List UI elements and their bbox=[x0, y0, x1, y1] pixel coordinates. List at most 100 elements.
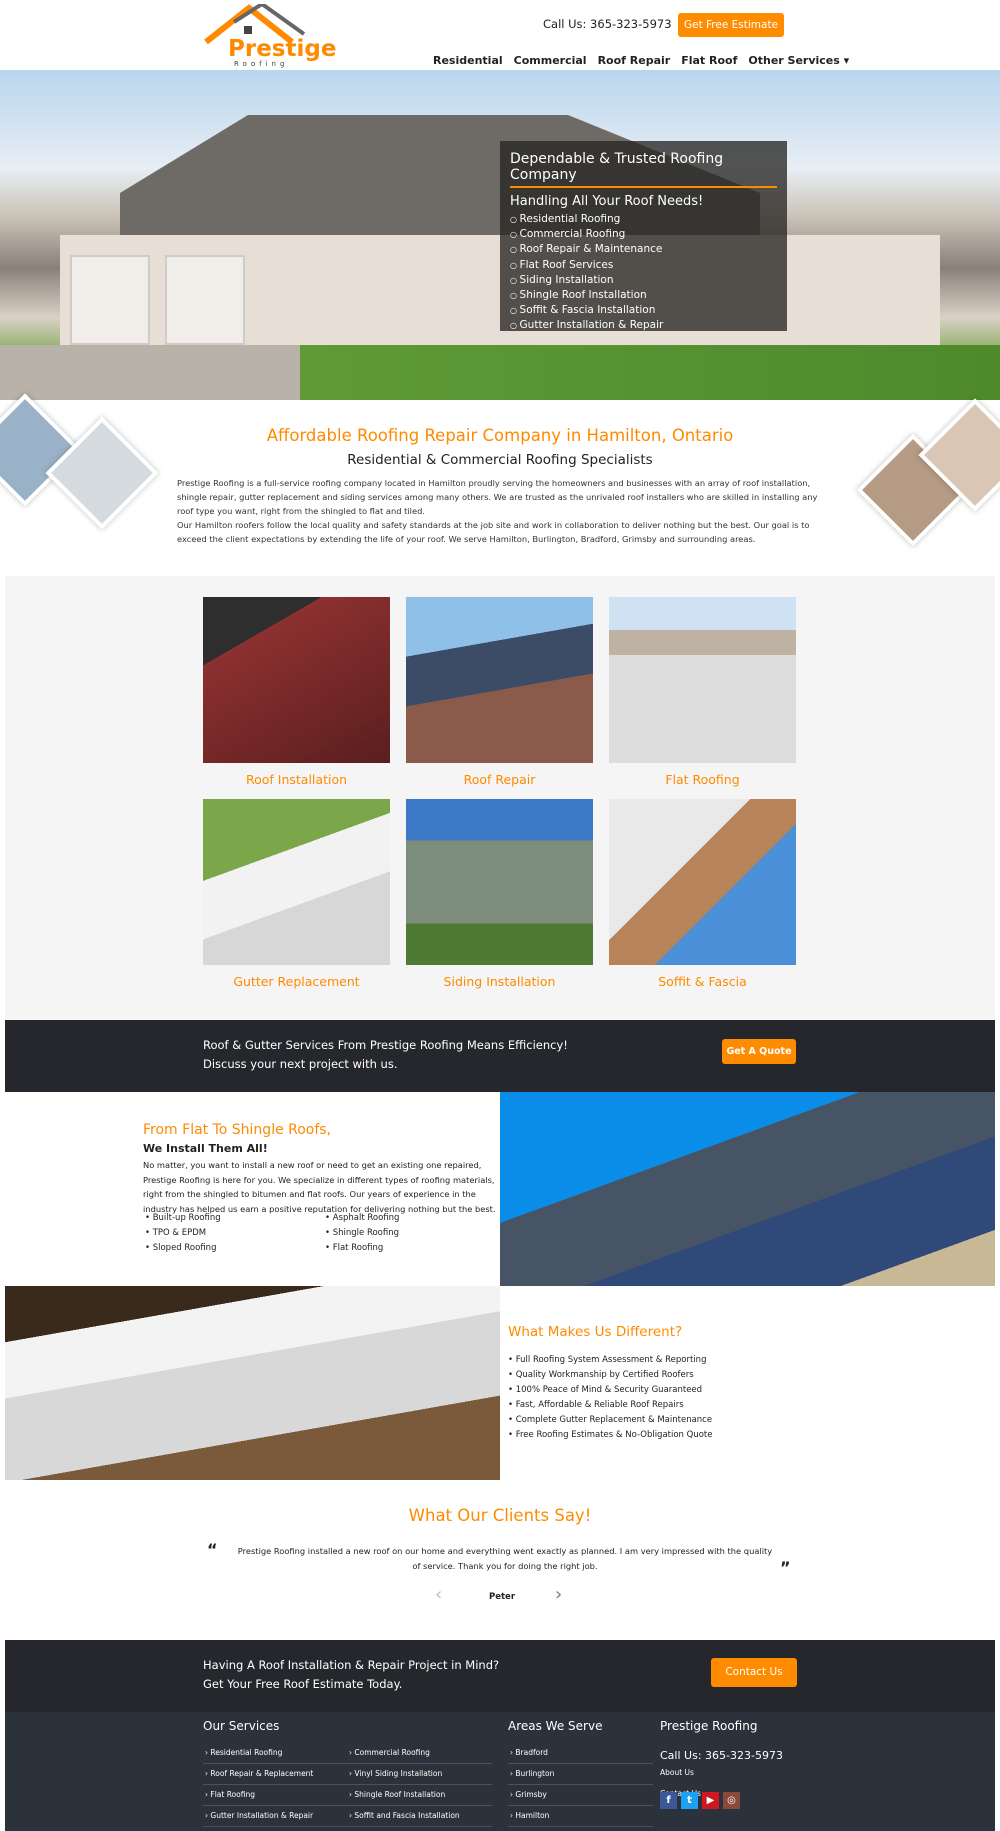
install-list: Asphalt Roofing Shingle Roofing Flat Roo… bbox=[325, 1211, 400, 1256]
cta-text: Having A Roof Installation & Repair Proj… bbox=[203, 1658, 500, 1672]
testimonials-section: What Our Clients Say! “ Prestige Roofing… bbox=[5, 1480, 995, 1640]
hero-lawn bbox=[0, 345, 1000, 400]
open-quote-icon: “ bbox=[207, 1540, 218, 1559]
install-list: Built-up Roofing TPO & EPDM Sloped Roofi… bbox=[145, 1211, 221, 1256]
nav-other-services[interactable]: Other Services ▾ bbox=[748, 54, 849, 67]
hero-overlay-box: Dependable & Trusted Roofing Company Han… bbox=[500, 141, 787, 331]
service-image bbox=[406, 597, 593, 763]
service-card-gutter-replacement[interactable]: Gutter Replacement bbox=[203, 799, 390, 989]
site-footer: Our Services Residential Roofing Roof Re… bbox=[5, 1712, 995, 1831]
footer-link[interactable]: Vinyl Siding Installation bbox=[347, 1763, 492, 1785]
nav-commercial[interactable]: Commercial bbox=[514, 54, 587, 67]
testimonials-title: What Our Clients Say! bbox=[408, 1506, 592, 1525]
hero-list-item: Flat Roof Services bbox=[510, 258, 777, 273]
list-item: Flat Roofing bbox=[325, 1241, 399, 1256]
footer-heading: Areas We Serve bbox=[508, 1719, 603, 1733]
footer-link[interactable]: Shingle Roof Installation bbox=[347, 1784, 492, 1806]
service-image bbox=[609, 597, 796, 763]
list-item: Complete Gutter Replacement & Maintenanc… bbox=[508, 1413, 713, 1428]
hero-title: Dependable & Trusted Roofing Company bbox=[510, 151, 777, 188]
service-label[interactable]: Gutter Replacement bbox=[203, 974, 390, 989]
service-image bbox=[609, 799, 796, 965]
logo[interactable]: Prestige Roofing bbox=[204, 4, 336, 68]
nav-roof-repair[interactable]: Roof Repair bbox=[598, 54, 671, 67]
footer-link[interactable]: Grimsby bbox=[508, 1784, 653, 1806]
hero-list-item: Siding Installation bbox=[510, 273, 777, 288]
main-nav: Residential Commercial Roof Repair Flat … bbox=[433, 54, 849, 67]
list-item: Asphalt Roofing bbox=[325, 1211, 400, 1226]
service-card-siding-installation[interactable]: Siding Installation bbox=[406, 799, 593, 989]
service-label[interactable]: Roof Installation bbox=[203, 772, 390, 787]
footer-phone[interactable]: Call Us: 365-323-5973 bbox=[660, 1749, 783, 1762]
footer-link[interactable]: Bradford bbox=[508, 1742, 653, 1764]
list-item: 100% Peace of Mind & Security Guaranteed bbox=[508, 1383, 713, 1398]
twitter-icon[interactable]: t bbox=[681, 1792, 698, 1809]
intro-paragraph: Prestige Roofing is a full-service roofi… bbox=[177, 478, 818, 516]
footer-link[interactable]: Roof Repair & Replacement bbox=[203, 1763, 348, 1785]
service-label[interactable]: Flat Roofing bbox=[609, 772, 796, 787]
list-item: Free Roofing Estimates & No-Obligation Q… bbox=[508, 1428, 713, 1443]
footer-link[interactable]: Commercial Roofing bbox=[347, 1742, 492, 1764]
testimonial-quote: Prestige Roofing installed a new roof on… bbox=[237, 1546, 773, 1571]
service-image bbox=[406, 799, 593, 965]
youtube-icon[interactable]: ▶ bbox=[702, 1792, 719, 1809]
service-card-roof-installation[interactable]: Roof Installation bbox=[203, 597, 390, 787]
nav-flat-roof[interactable]: Flat Roof bbox=[681, 54, 737, 67]
list-item: Fast, Affordable & Reliable Roof Repairs bbox=[508, 1398, 713, 1413]
call-us-phone[interactable]: Call Us: 365-323-5973 bbox=[543, 17, 672, 31]
prev-arrow-icon[interactable]: ‹ bbox=[435, 1584, 442, 1605]
cta-text: Roof & Gutter Services From Prestige Roo… bbox=[203, 1038, 568, 1052]
different-list: Full Roofing System Assessment & Reporti… bbox=[508, 1353, 713, 1443]
footer-about-link[interactable]: About Us bbox=[660, 1768, 694, 1777]
hero-list-item: Shingle Roof Installation bbox=[510, 288, 777, 303]
house-photo bbox=[500, 1092, 995, 1286]
list-item: TPO & EPDM bbox=[145, 1226, 221, 1241]
intro-section: Affordable Roofing Repair Company in Ham… bbox=[0, 393, 1000, 576]
install-title: From Flat To Shingle Roofs, bbox=[143, 1122, 332, 1138]
contact-cta-band: Having A Roof Installation & Repair Proj… bbox=[5, 1640, 995, 1712]
hero-subtitle: Handling All Your Roof Needs! bbox=[510, 194, 704, 209]
intro-paragraph: Our Hamilton roofers follow the local qu… bbox=[177, 520, 810, 544]
hero-list-item: Residential Roofing bbox=[510, 212, 777, 227]
install-subtitle: We Install Them All! bbox=[143, 1142, 268, 1155]
hero-list-item: Commercial Roofing bbox=[510, 227, 777, 242]
service-card-soffit-fascia[interactable]: Soffit & Fascia bbox=[609, 799, 796, 989]
get-free-estimate-button[interactable]: Get Free Estimate bbox=[678, 13, 784, 37]
footer-link[interactable]: Burlington bbox=[508, 1763, 653, 1785]
facebook-icon[interactable]: f bbox=[660, 1792, 677, 1809]
intro-subtitle: Residential & Commercial Roofing Special… bbox=[347, 452, 653, 468]
different-section: What Makes Us Different? Full Roofing Sy… bbox=[5, 1286, 995, 1480]
services-grid: Roof Installation Roof Repair Flat Roofi… bbox=[5, 576, 995, 1020]
footer-link[interactable]: Residential Roofing bbox=[203, 1742, 348, 1764]
list-item: Built-up Roofing bbox=[145, 1211, 221, 1226]
service-card-roof-repair[interactable]: Roof Repair bbox=[406, 597, 593, 787]
service-label[interactable]: Siding Installation bbox=[406, 974, 593, 989]
service-card-flat-roofing[interactable]: Flat Roofing bbox=[609, 597, 796, 787]
contact-us-button[interactable]: Contact Us bbox=[711, 1658, 797, 1687]
nav-residential[interactable]: Residential bbox=[433, 54, 503, 67]
install-section: From Flat To Shingle Roofs, We Install T… bbox=[5, 1092, 995, 1286]
footer-link[interactable]: Flat Roofing bbox=[203, 1784, 348, 1806]
list-item: Sloped Roofing bbox=[145, 1241, 221, 1256]
next-arrow-icon[interactable]: › bbox=[555, 1584, 562, 1605]
footer-heading: Prestige Roofing bbox=[660, 1719, 758, 1733]
service-label[interactable]: Roof Repair bbox=[406, 772, 593, 787]
hero-list-item: Soffit & Fascia Installation bbox=[510, 303, 777, 318]
install-text: No matter, you want to install a new roo… bbox=[143, 1160, 496, 1214]
cta-text: Discuss your next project with us. bbox=[203, 1057, 398, 1071]
footer-link[interactable]: Hamilton bbox=[508, 1805, 653, 1827]
close-quote-icon: ” bbox=[780, 1558, 791, 1577]
site-header: Prestige Roofing Call Us: 365-323-5973 G… bbox=[0, 0, 1000, 70]
garage-door bbox=[70, 255, 150, 345]
footer-link[interactable]: Gutter Installation & Repair bbox=[203, 1805, 348, 1827]
hero-list-item: Roof Repair & Maintenance bbox=[510, 242, 777, 257]
get-a-quote-button[interactable]: Get A Quote bbox=[722, 1039, 796, 1064]
gutter-photo bbox=[5, 1286, 500, 1480]
service-image bbox=[203, 799, 390, 965]
footer-link[interactable]: Soffit and Fascia Installation bbox=[347, 1805, 492, 1827]
list-item: Full Roofing System Assessment & Reporti… bbox=[508, 1353, 713, 1368]
service-label[interactable]: Soffit & Fascia bbox=[609, 974, 796, 989]
testimonial-author: Peter bbox=[489, 1592, 516, 1602]
different-title: What Makes Us Different? bbox=[508, 1324, 683, 1340]
instagram-icon[interactable]: ◎ bbox=[723, 1792, 740, 1809]
